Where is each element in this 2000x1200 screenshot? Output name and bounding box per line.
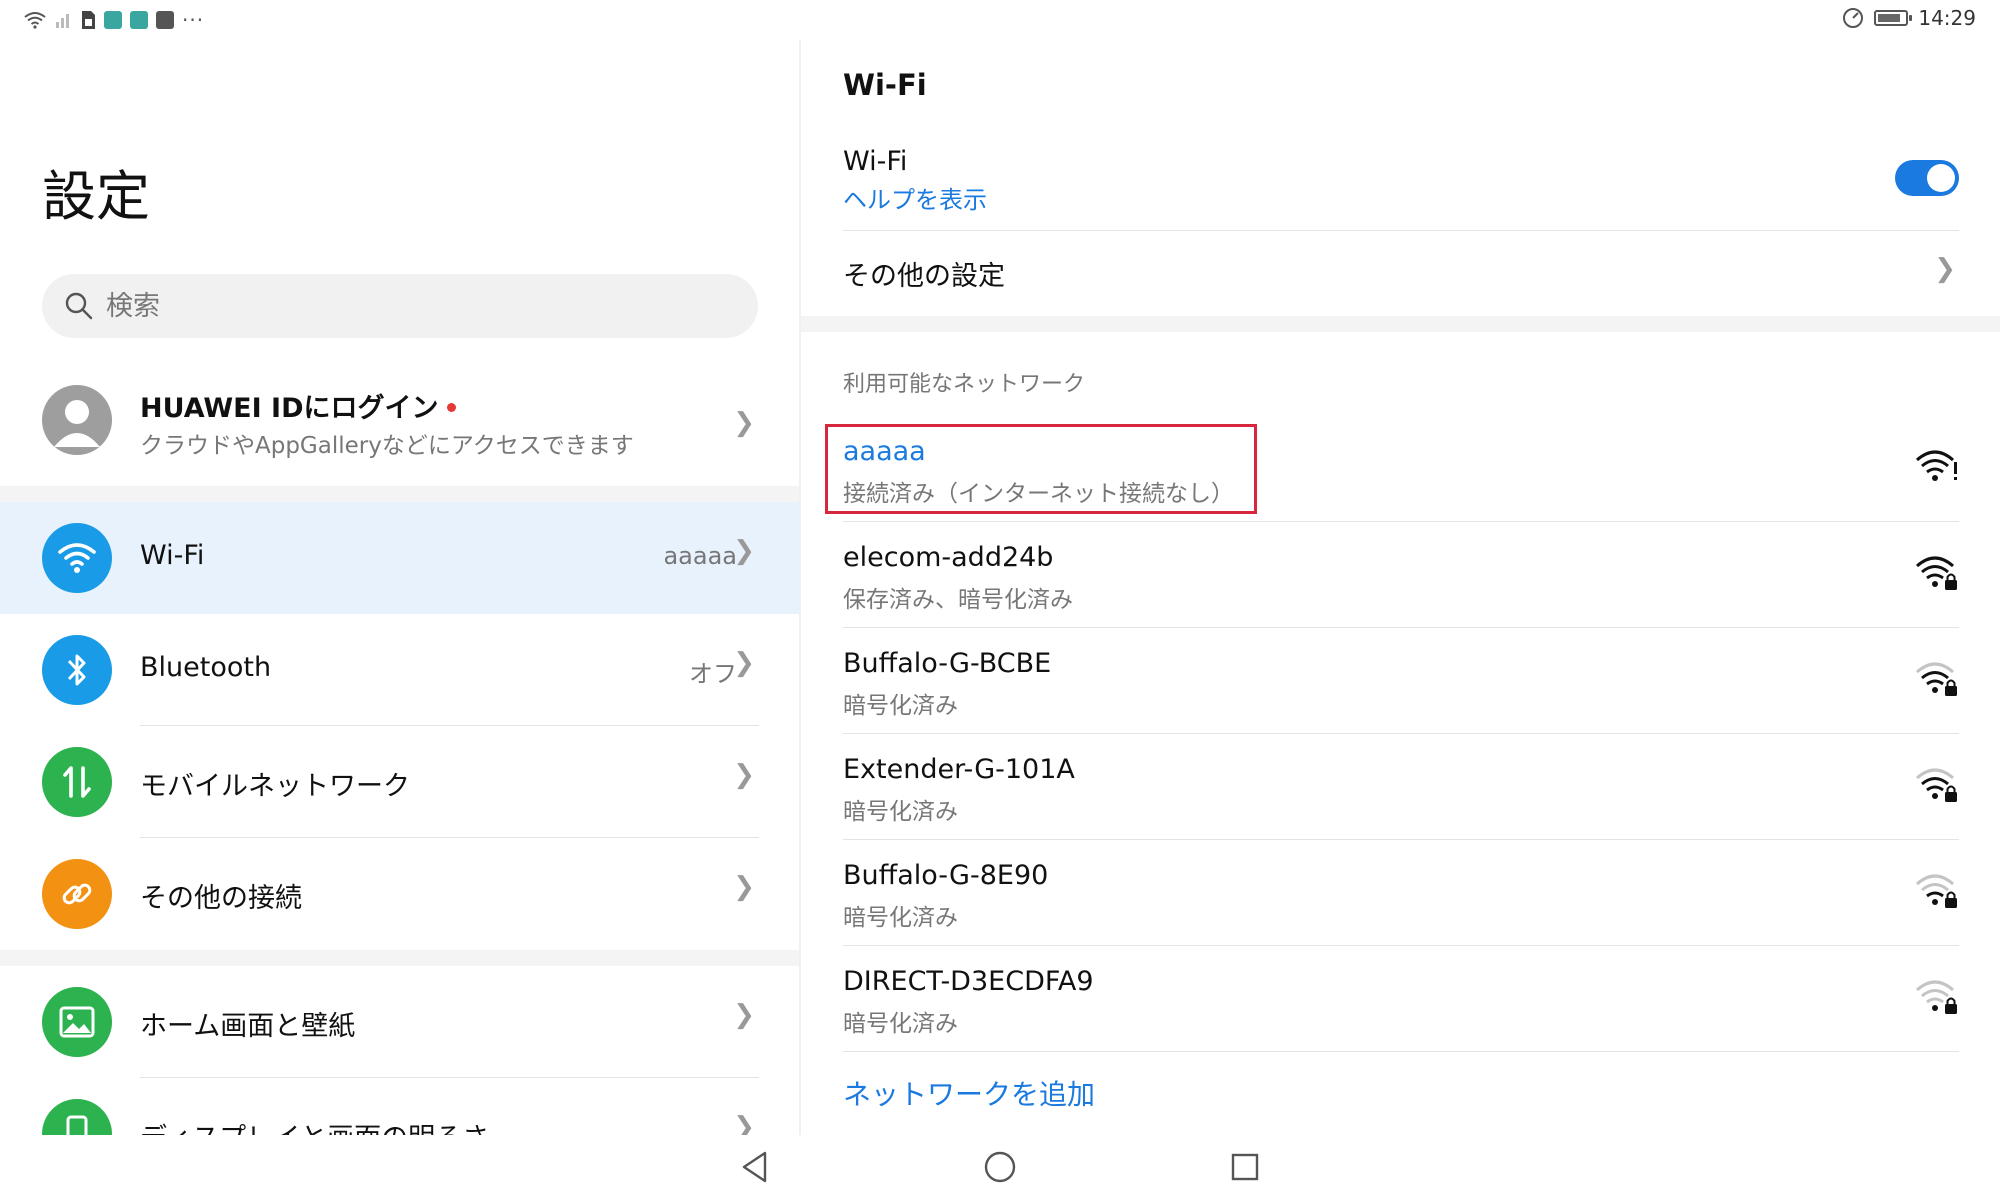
wifi-locked-weak-icon	[1916, 980, 1957, 1014]
wifi-toggle-label: Wi-Fi	[843, 146, 908, 177]
network-status: 暗号化済み	[843, 799, 958, 825]
network-status: 暗号化済み	[843, 905, 958, 931]
back-triangle-icon	[742, 1151, 767, 1183]
page-title: 設定	[42, 165, 150, 228]
chevron-right-icon: ❯	[733, 648, 755, 678]
home-circle-icon	[984, 1151, 1016, 1183]
mobile-data-icon	[42, 747, 112, 817]
more-settings-label: その他の設定	[843, 261, 1005, 292]
detail-title: Wi-Fi	[843, 68, 927, 102]
account-title-text: HUAWEI IDにログイン	[140, 393, 439, 424]
more-notifications-icon: ···	[182, 8, 205, 32]
sim-card-icon	[82, 11, 95, 29]
wifi-locked-strong-icon	[1916, 556, 1957, 590]
android-notification-icon	[104, 11, 122, 29]
section-divider	[0, 950, 799, 966]
bluetooth-icon	[42, 635, 112, 705]
sidebar-item-value: オフ	[689, 660, 737, 688]
android-notification-icon	[130, 11, 148, 29]
app-notification-icon	[156, 11, 174, 29]
network-status: 保存済み、暗号化済み	[843, 587, 1073, 613]
clock: 14:29	[1918, 6, 1976, 30]
sidebar-item-label: その他の接続	[140, 883, 302, 914]
wifi-switch[interactable]	[1895, 160, 1959, 196]
huawei-id-login[interactable]: HUAWEI IDにログイン クラウドやAppGalleryなどにアクセスできま…	[0, 370, 799, 486]
section-title: 利用可能なネットワーク	[843, 372, 1086, 397]
chevron-right-icon: ❯	[1934, 254, 1956, 284]
section-divider	[801, 316, 2000, 332]
wifi-locked-weak-icon	[1916, 874, 1957, 908]
sidebar-item-label: Wi-Fi	[140, 540, 205, 571]
network-status: 暗号化済み	[843, 1011, 958, 1037]
network-item[interactable]: Buffalo-G-8E90 暗号化済み	[801, 840, 2000, 946]
sidebar-item-mobile-network[interactable]: モバイルネットワーク ❯	[0, 726, 799, 838]
chevron-right-icon: ❯	[733, 760, 755, 790]
sidebar-item-wifi[interactable]: Wi-Fi aaaaa ❯	[0, 502, 799, 614]
recents-button[interactable]	[1225, 1147, 1265, 1187]
sidebar-item-label: ホーム画面と壁紙	[140, 1011, 356, 1042]
switch-knob	[1927, 164, 1955, 192]
network-ssid: Buffalo-G-8E90	[843, 860, 1049, 891]
home-button[interactable]	[980, 1147, 1020, 1187]
navigation-bar	[0, 1135, 2000, 1200]
network-ssid: elecom-add24b	[843, 542, 1054, 573]
network-item[interactable]: DIRECT-D3ECDFA9 暗号化済み	[801, 946, 2000, 1052]
search-input[interactable]	[106, 290, 706, 322]
account-title: HUAWEI IDにログイン	[140, 386, 456, 425]
network-status: 暗号化済み	[843, 693, 958, 719]
speed-meter-icon	[1843, 8, 1864, 28]
sidebar-item-display[interactable]: ディスプレイと画面の明るさ ❯	[0, 1078, 799, 1135]
network-ssid: Extender-G-101A	[843, 754, 1075, 785]
chevron-right-icon: ❯	[733, 408, 755, 438]
sidebar-item-other-connections[interactable]: その他の接続 ❯	[0, 838, 799, 950]
notification-dot	[446, 403, 456, 412]
sidebar-item-label: モバイルネットワーク	[140, 771, 410, 802]
search-icon	[65, 292, 93, 320]
chevron-right-icon: ❯	[733, 1112, 755, 1135]
wifi-locked-medium-icon	[1916, 662, 1957, 696]
signal-off-icon	[56, 14, 69, 28]
chevron-right-icon: ❯	[733, 536, 755, 566]
account-subtitle: クラウドやAppGalleryなどにアクセスできます	[140, 433, 634, 459]
back-button[interactable]	[735, 1147, 775, 1187]
link-icon	[42, 859, 112, 929]
sidebar-item-home-screen[interactable]: ホーム画面と壁紙 ❯	[0, 966, 799, 1078]
image-icon	[42, 987, 112, 1057]
recents-square-icon	[1231, 1153, 1259, 1181]
wifi-status-icon	[24, 12, 46, 29]
wifi-detail-pane: Wi-Fi Wi-Fi ヘルプを表示 その他の設定 ❯ 利用可能なネットワーク …	[801, 40, 2000, 1135]
chevron-right-icon: ❯	[733, 1000, 755, 1030]
wifi-locked-medium-icon	[1916, 768, 1957, 802]
divider	[843, 1051, 1959, 1052]
network-item[interactable]: Extender-G-101A 暗号化済み	[801, 734, 2000, 840]
settings-list-pane: 設定 HUAWEI IDにログイン クラウドやAppGalleryなどにアクセス…	[0, 40, 799, 1135]
person-icon	[54, 400, 100, 447]
add-network-link[interactable]: ネットワークを追加	[843, 1073, 1095, 1113]
chevron-right-icon: ❯	[733, 872, 755, 902]
annotation-highlight-box	[825, 424, 1257, 514]
network-ssid: Buffalo-G-BCBE	[843, 648, 1052, 679]
status-bar: ··· 14:29	[0, 0, 2000, 40]
wifi-no-internet-icon	[1916, 450, 1957, 481]
section-divider	[0, 486, 799, 502]
help-link[interactable]: ヘルプを表示	[843, 180, 987, 215]
wifi-icon	[42, 523, 112, 593]
network-item[interactable]: Buffalo-G-BCBE 暗号化済み	[801, 628, 2000, 734]
search-bar[interactable]	[42, 274, 758, 338]
sidebar-item-value: aaaaa	[663, 542, 737, 570]
display-icon	[42, 1099, 112, 1135]
sidebar-item-label: Bluetooth	[140, 652, 272, 683]
avatar	[42, 385, 112, 455]
network-ssid: DIRECT-D3ECDFA9	[843, 966, 1094, 997]
sidebar-item-label: ディスプレイと画面の明るさ	[140, 1116, 489, 1135]
battery-icon	[1874, 10, 1913, 26]
wifi-toggle-row: Wi-Fi ヘルプを表示	[801, 140, 2000, 230]
more-settings-item[interactable]: その他の設定 ❯	[801, 230, 2000, 316]
network-item[interactable]: elecom-add24b 保存済み、暗号化済み	[801, 522, 2000, 628]
sidebar-item-bluetooth[interactable]: Bluetooth オフ ❯	[0, 614, 799, 726]
status-icons-left: ···	[24, 8, 204, 32]
status-icons-right: 14:29	[1842, 6, 1976, 30]
